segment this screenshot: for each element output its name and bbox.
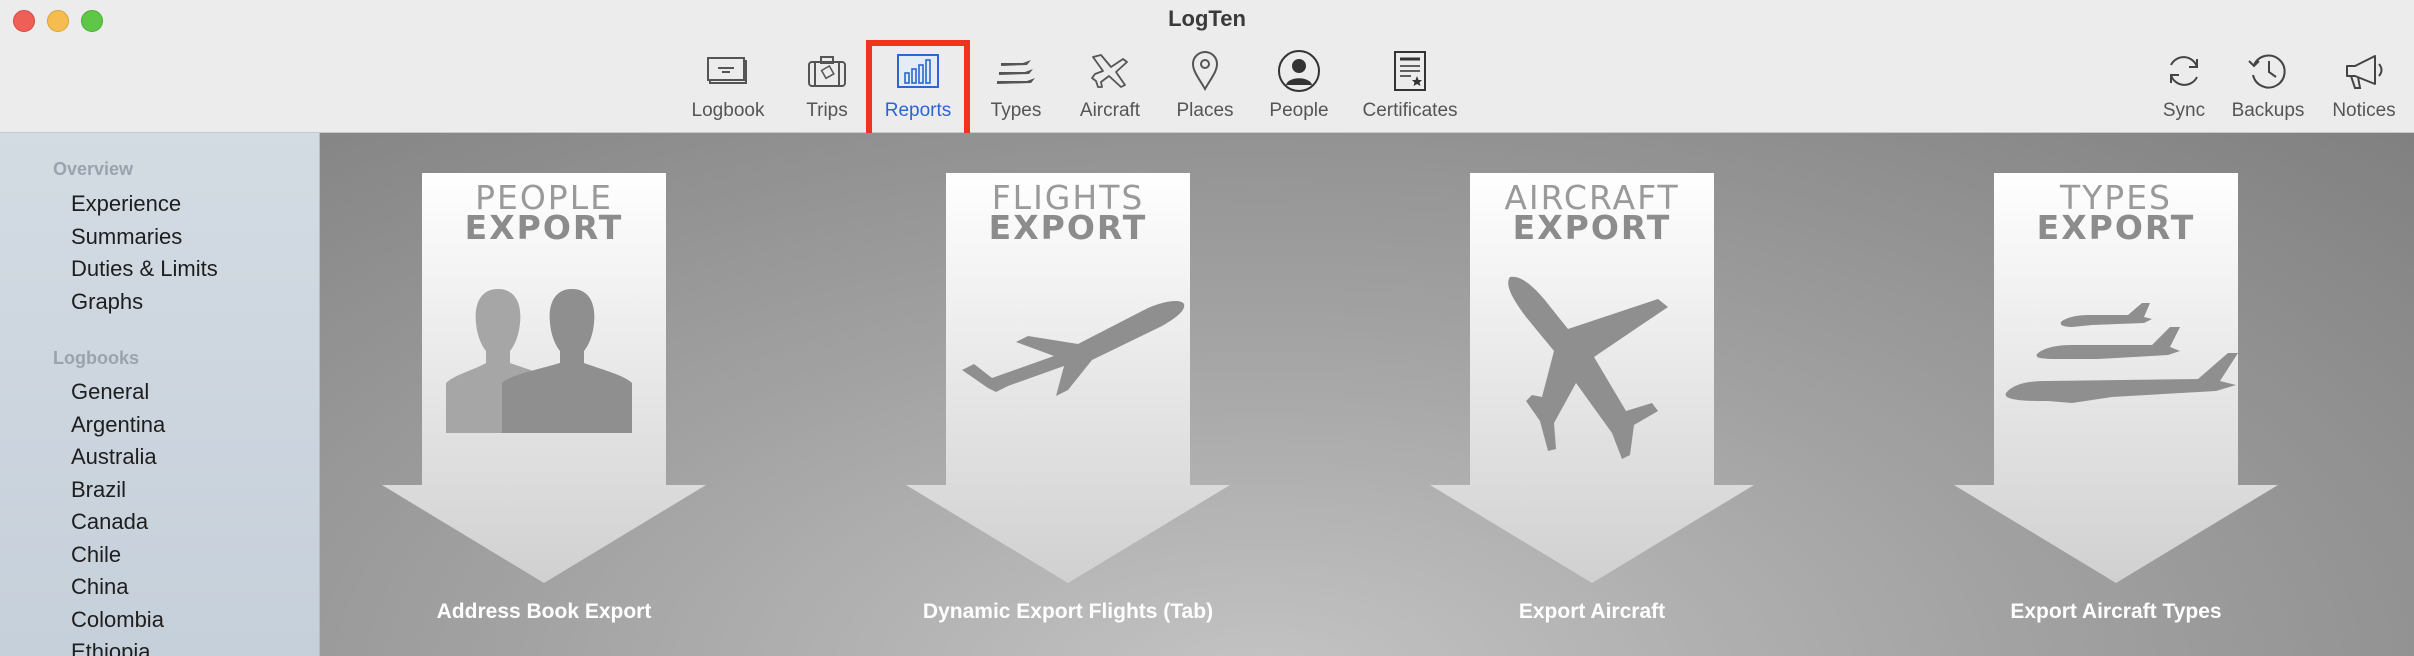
aircraft-types-icon <box>991 48 1041 94</box>
airplane-fleet-icon <box>2005 303 2238 403</box>
logbook-icon <box>703 48 753 94</box>
sidebar-item-canada[interactable]: Canada <box>71 509 148 535</box>
window-title: LogTen <box>1168 6 1246 31</box>
clock-history-icon <box>2243 48 2293 94</box>
toolbar-places[interactable]: Places <box>1172 48 1238 122</box>
sidebar-item-graphs[interactable]: Graphs <box>71 289 143 315</box>
sidebar-section-logbooks: Logbooks <box>53 348 139 368</box>
toolbar-label: Aircraft <box>1079 100 1141 121</box>
toolbar-notices[interactable]: Notices <box>2324 48 2404 122</box>
airplane-topview-icon <box>1508 276 1668 459</box>
airplane-icon <box>1085 48 1135 94</box>
toolbar-people[interactable]: People <box>1266 48 1332 122</box>
megaphone-icon <box>2339 48 2389 94</box>
sidebar-section-overview: Overview <box>53 159 134 179</box>
report-card-aircraft-export[interactable]: AIRCRAFT EXPORT <box>1430 173 1754 583</box>
sidebar-item-china[interactable]: China <box>71 574 128 600</box>
sidebar-item-summaries[interactable]: Summaries <box>71 224 182 250</box>
toolbar-label: Logbook <box>691 100 765 121</box>
toolbar-logbook[interactable]: Logbook <box>690 48 766 122</box>
report-card-types-export[interactable]: TYPES EXPORT <box>1954 173 2278 583</box>
toolbar-label: Trips <box>806 100 848 121</box>
reports-highlight-box <box>866 40 970 139</box>
card-title-line2: EXPORT <box>2036 208 2196 247</box>
report-caption-aircraft[interactable]: Export Aircraft <box>1292 600 1892 624</box>
sync-icon <box>2159 48 2209 94</box>
card-title-line2: EXPORT <box>988 208 1148 247</box>
sidebar-item-brazil[interactable]: Brazil <box>71 477 126 503</box>
airplane-takeoff-icon <box>962 301 1185 396</box>
toolbar-label: Backups <box>2231 100 2305 121</box>
person-icon <box>1274 48 1324 94</box>
toolbar-label: Sync <box>2162 100 2206 121</box>
sidebar-item-experience[interactable]: Experience <box>71 191 181 217</box>
sidebar-item-duties-limits[interactable]: Duties & Limits <box>71 256 218 282</box>
reports-content: PEOPLE EXPORT Address Book Export FLIGHT… <box>320 133 2414 656</box>
card-title-line2: EXPORT <box>464 208 624 247</box>
toolbar-certificates[interactable]: Certificates <box>1356 48 1464 122</box>
sidebar-item-argentina[interactable]: Argentina <box>71 412 165 438</box>
sidebar-item-australia[interactable]: Australia <box>71 444 157 470</box>
title-bar: LogTen Logbook Trips Reports Types Aircr… <box>0 0 2414 139</box>
people-silhouette-icon <box>446 289 632 433</box>
toolbar-label: Notices <box>2332 100 2396 121</box>
toolbar-label: Places <box>1176 100 1234 121</box>
sidebar-item-ethiopia[interactable]: Ethiopia <box>71 639 151 656</box>
sidebar: Overview Experience Summaries Duties & L… <box>0 133 320 656</box>
toolbar-trips[interactable]: Trips <box>800 48 854 122</box>
toolbar-label: Certificates <box>1362 100 1458 121</box>
toolbar-sync[interactable]: Sync <box>2156 48 2212 122</box>
toolbar-types[interactable]: Types <box>986 48 1046 122</box>
toolbar-label: Types <box>990 100 1042 121</box>
report-card-flights-export[interactable]: FLIGHTS EXPORT <box>906 173 1230 583</box>
map-pin-icon <box>1180 48 1230 94</box>
sidebar-item-general[interactable]: General <box>71 379 149 405</box>
toolbar-label: People <box>1269 100 1329 121</box>
toolbar-aircraft[interactable]: Aircraft <box>1072 48 1148 122</box>
sidebar-item-colombia[interactable]: Colombia <box>71 607 164 633</box>
report-caption-people[interactable]: Address Book Export <box>320 600 844 624</box>
toolbar-backups[interactable]: Backups <box>2228 48 2308 122</box>
report-caption-types[interactable]: Export Aircraft Types <box>1816 600 2414 624</box>
report-caption-flights[interactable]: Dynamic Export Flights (Tab) <box>768 600 1368 624</box>
report-card-people-export[interactable]: PEOPLE EXPORT <box>382 173 706 583</box>
sidebar-item-chile[interactable]: Chile <box>71 542 121 568</box>
card-title-line2: EXPORT <box>1512 208 1672 247</box>
suitcase-icon <box>802 48 852 94</box>
certificate-icon <box>1385 48 1435 94</box>
